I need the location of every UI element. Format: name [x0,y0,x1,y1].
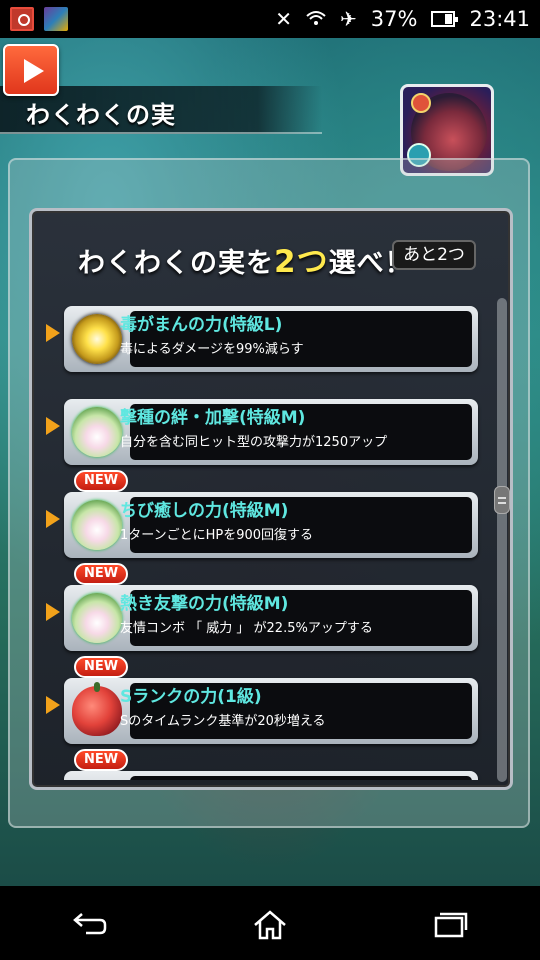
item-card[interactable] [64,771,478,780]
item-name: ちび癒しの力(特級M) [120,501,289,521]
game-app-icon [44,7,68,31]
remaining-count-badge: あと2つ [392,240,476,270]
list-item[interactable]: NEW ちび癒しの力(特級M) 1ターンごとにHPを900回復する [40,470,490,564]
select-arrow-icon [46,696,60,714]
status-icons: ✕ ✈ 37% 23:41 [275,7,530,31]
back-button[interactable] [60,898,120,948]
wifi-icon [306,9,326,29]
list-item[interactable]: NEW [40,749,490,780]
scrollbar-track[interactable] [497,298,507,782]
camera-app-icon [10,7,34,31]
fruit-list[interactable]: 毒がまんの力(特級L) 毒によるダメージを99%減らす 撃種の絆・加撃(特級M)… [40,300,490,780]
item-name: 熱き友撃の力(特級M) [120,594,289,614]
selection-heading: わくわくの実を2つ選べ！ [78,236,413,281]
heading-highlight: 2つ [274,244,329,280]
no-mobile-data-icon: ✕ [275,7,293,31]
recent-apps-icon [434,912,468,938]
fire-element-icon [411,93,431,113]
select-arrow-icon [46,510,60,528]
item-name: Sランクの力(1級) [120,687,262,707]
item-name: 毒がまんの力(特級L) [120,315,283,335]
new-badge: NEW [74,563,128,585]
heading-prefix: わくわくの実を [78,248,274,279]
select-arrow-icon [46,603,60,621]
item-desc: 1ターンごとにHPを900回復する [120,528,314,543]
clock: 23:41 [469,7,530,31]
page-title: わくわくの実 [26,101,176,129]
item-desc: 友情コンボ 「 威力 」 が22.5%アップする [120,621,373,636]
list-item[interactable]: NEW 熱き友撃の力(特級M) 友情コンボ 「 威力 」 が22.5%アップする [40,563,490,657]
recent-apps-button[interactable] [420,898,480,948]
list-item[interactable]: 毒がまんの力(特級L) 毒によるダメージを99%減らす [40,300,490,378]
new-badge: NEW [74,470,128,492]
navigation-bar [0,886,540,960]
home-icon [254,910,286,940]
play-button[interactable] [3,44,59,96]
select-arrow-icon [46,324,60,342]
status-bar: ✕ ✈ 37% 23:41 [0,0,540,38]
new-badge: NEW [74,749,128,771]
gold-fruit-icon [72,314,122,364]
item-desc: 毒によるダメージを99%減らす [120,342,304,357]
item-name: 撃種の絆・加撃(特級M) [120,408,306,428]
new-badge: NEW [74,656,128,678]
list-item[interactable]: 撃種の絆・加撃(特級M) 自分を含む同ヒット型の攻撃力が1250アップ [40,393,490,471]
item-desc: 自分を含む同ヒット型の攻撃力が1250アップ [120,435,388,450]
back-icon [73,913,107,935]
leaf-fruit-icon [72,500,122,550]
airplane-mode-icon: ✈ [340,7,357,31]
item-desc: Sのタイムランク基準が20秒増える [120,714,326,729]
screen: ✕ ✈ 37% 23:41 わくわくの実 わくわくの実を2つ選べ！ あと2つ 毒… [0,0,540,960]
home-button[interactable] [240,898,300,948]
battery-icon [431,11,459,27]
scrollbar-thumb[interactable] [494,486,510,514]
list-item[interactable]: NEW Sランクの力(1級) Sのタイムランク基準が20秒増える [40,656,490,750]
select-arrow-icon [46,417,60,435]
battery-percent: 37% [370,7,418,31]
leaf-fruit-icon [72,407,122,457]
red-fruit-icon [72,682,122,736]
leaf-fruit-icon [72,593,122,643]
